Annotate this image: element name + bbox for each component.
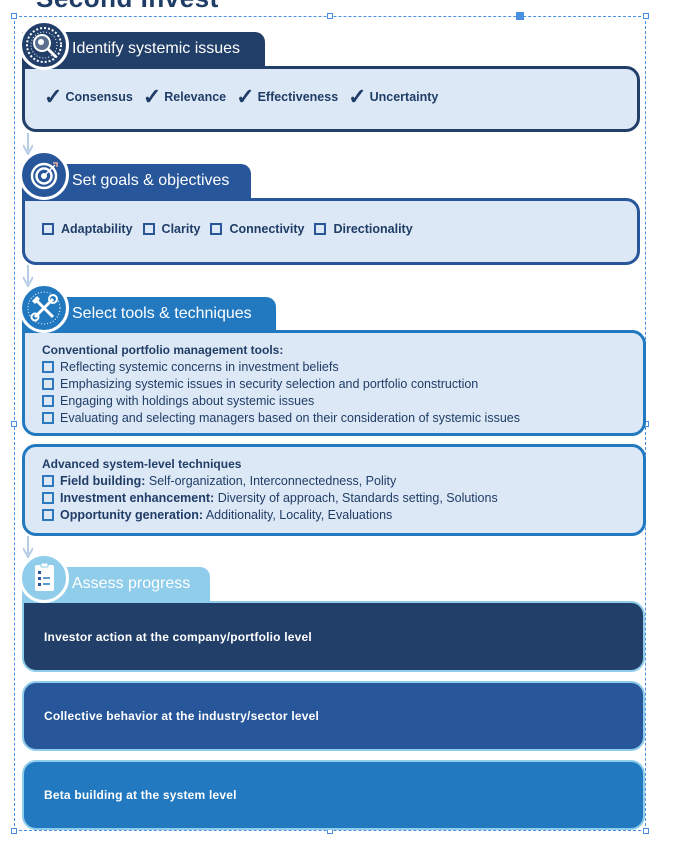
group-title: Advanced system-level techniques (42, 457, 242, 471)
resize-handle-top-left[interactable] (11, 13, 17, 19)
list-item[interactable]: Opportunity generation: Additionality, L… (42, 506, 498, 523)
page-heading: Second Invest (36, 0, 219, 14)
checkbox-icon[interactable] (42, 474, 54, 487)
item-label: Connectivity (229, 222, 305, 236)
advanced-techniques-list: Field building: Self-organization, Inter… (42, 472, 498, 523)
level-beta-building: Beta building at the system level (22, 760, 645, 830)
checkbox-item[interactable]: Connectivity (210, 222, 304, 236)
rotate-handle[interactable] (516, 12, 524, 20)
checklist-icon (19, 553, 69, 603)
item-label: Reflecting systemic concerns in investme… (60, 359, 339, 374)
checkmark-icon: ✓ (142, 84, 162, 109)
item-label: Investment enhancement: (60, 490, 215, 505)
list-item[interactable]: Field building: Self-organization, Inter… (42, 472, 498, 489)
checkbox-icon[interactable] (42, 491, 54, 504)
level-investor-action: Investor action at the company/portfolio… (22, 601, 645, 672)
checkbox-icon[interactable] (314, 223, 327, 235)
checkbox-items: Adaptability Clarity Connectivity Direct… (42, 222, 423, 236)
checkbox-icon[interactable] (42, 377, 54, 390)
list-item[interactable]: Evaluating and selecting managers based … (42, 409, 520, 426)
section-title: Assess progress (72, 575, 191, 592)
resize-handle-top-middle[interactable] (327, 13, 333, 19)
item-label: Uncertainty (369, 90, 439, 104)
item-detail: Self-organization, Interconnectedness, P… (145, 473, 397, 488)
flow-arrow-icon (23, 536, 33, 558)
resize-handle-top-right[interactable] (643, 13, 649, 19)
item-detail: Diversity of approach, Standards setting… (214, 490, 498, 505)
checkmark-icon: ✓ (348, 84, 367, 109)
list-item[interactable]: Investment enhancement: Diversity of app… (42, 489, 498, 506)
level-label: Investor action at the company/portfolio… (44, 629, 312, 644)
item-label: Evaluating and selecting managers based … (60, 410, 520, 425)
checkbox-icon[interactable] (42, 394, 54, 407)
resize-handle-bottom-left[interactable] (11, 828, 17, 834)
checkbox-item[interactable]: Adaptability (42, 222, 133, 236)
item-label: Emphasizing systemic issues in security … (60, 376, 479, 391)
checked-items: ✓ Consensus ✓ Relevance ✓ Effectiveness … (44, 86, 448, 108)
checkbox-icon[interactable] (142, 223, 155, 235)
level-label: Collective behavior at the industry/sect… (44, 709, 320, 723)
checked-item: ✓ Uncertainty (348, 86, 438, 108)
item-label: Clarity (161, 222, 201, 236)
section-title: Identify systemic issues (72, 40, 241, 57)
item-label: Adaptability (61, 222, 133, 236)
checkbox-item[interactable]: Directionality (314, 222, 413, 236)
checkbox-icon[interactable] (42, 411, 54, 424)
checkmark-icon: ✓ (236, 84, 255, 109)
checkmark-icon: ✓ (44, 84, 63, 109)
checkbox-icon[interactable] (42, 508, 54, 521)
item-label: Opportunity generation: (60, 507, 204, 522)
conventional-tools-list: Reflecting systemic concerns in investme… (42, 358, 520, 426)
item-label: Effectiveness (257, 90, 339, 104)
item-label: Relevance (164, 90, 227, 104)
checkbox-item[interactable]: Clarity (142, 222, 201, 236)
checkbox-icon[interactable] (42, 360, 54, 373)
section-title: Set goals & objectives (72, 172, 230, 189)
list-item[interactable]: Engaging with holdings about systemic is… (42, 392, 520, 409)
list-item[interactable]: Reflecting systemic concerns in investme… (42, 358, 520, 375)
group-title: Conventional portfolio management tools: (42, 343, 284, 357)
level-collective-behavior: Collective behavior at the industry/sect… (22, 681, 645, 751)
level-label: Beta building at the system level (44, 788, 237, 802)
tools-icon (19, 283, 69, 333)
section-title: Select tools & techniques (72, 305, 252, 322)
item-label: Consensus (65, 90, 133, 104)
item-detail: Additionality, Locality, Evaluations (203, 507, 393, 522)
item-label: Engaging with holdings about systemic is… (60, 393, 315, 408)
checked-item: ✓ Consensus (44, 86, 133, 108)
resize-handle-bottom-right[interactable] (643, 828, 649, 834)
flow-arrow-icon (23, 133, 33, 155)
flow-arrow-icon (23, 265, 33, 287)
checkbox-icon[interactable] (210, 223, 223, 235)
checked-item: ✓ Relevance (143, 86, 226, 108)
checkbox-icon[interactable] (42, 223, 54, 235)
list-item[interactable]: Emphasizing systemic issues in security … (42, 375, 520, 392)
target-icon (19, 150, 69, 200)
item-label: Field building: (60, 473, 146, 488)
item-label: Directionality (333, 222, 413, 236)
magnifier-icon (19, 20, 69, 70)
checked-item: ✓ Effectiveness (236, 86, 338, 108)
resize-handle-middle-left[interactable] (11, 421, 17, 427)
